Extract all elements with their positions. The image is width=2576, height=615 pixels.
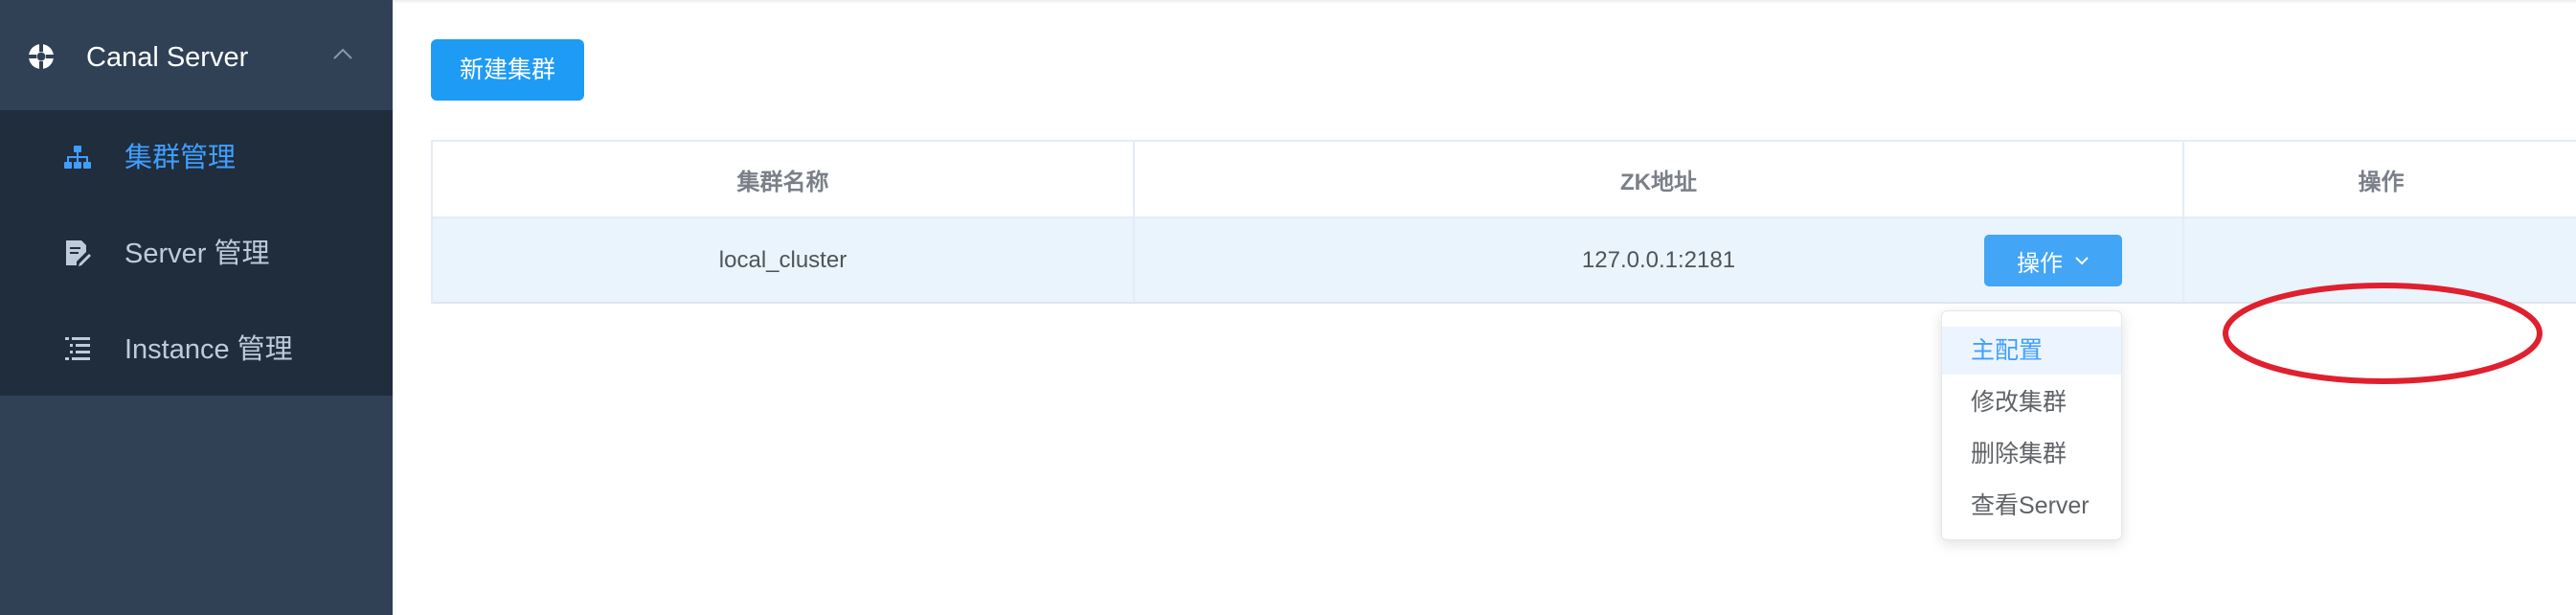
document-edit-icon xyxy=(66,240,91,266)
compass-icon xyxy=(29,44,54,69)
column-header-name[interactable]: 集群名称 xyxy=(433,142,1135,216)
cell-cluster-name: local_cluster xyxy=(433,218,1135,302)
chevron-down-icon xyxy=(2075,256,2089,264)
sitemap-icon xyxy=(64,146,91,169)
header-shadow xyxy=(393,0,2576,4)
sidebar-menu-header[interactable]: Canal Server xyxy=(0,0,393,110)
sidebar-submenu: 集群管理 Server 管理 Instance 管理 xyxy=(0,110,393,396)
sidebar: Canal Server 集群管理 Server 管理 Instance 管理 xyxy=(0,0,393,615)
highlight-ellipse-annotation xyxy=(2223,283,2542,384)
new-cluster-button[interactable]: 新建集群 xyxy=(431,39,584,101)
menu-item-view-server[interactable]: 查看Server xyxy=(1942,482,2121,530)
list-indent-icon xyxy=(65,337,90,360)
menu-item-main-config[interactable]: 主配置 xyxy=(1942,327,2121,375)
table-header: 集群名称 ZK地址 操作 xyxy=(433,142,2576,218)
sidebar-item-cluster[interactable]: 集群管理 xyxy=(0,110,393,206)
sidebar-header-title: Canal Server xyxy=(86,42,249,73)
column-header-zk[interactable]: ZK地址 xyxy=(1135,142,2184,216)
menu-item-delete-cluster[interactable]: 删除集群 xyxy=(1942,430,2121,478)
action-dropdown-button[interactable]: 操作 xyxy=(1984,235,2122,286)
chevron-up-icon xyxy=(333,48,352,59)
sidebar-item-instance[interactable]: Instance 管理 xyxy=(0,302,393,398)
column-header-action: 操作 xyxy=(2358,169,2405,195)
sidebar-item-label: 集群管理 xyxy=(124,143,237,173)
app: Canal Server 集群管理 Server 管理 Instance 管理 … xyxy=(0,0,2576,615)
sidebar-item-label: Server 管理 xyxy=(124,239,270,269)
action-dropdown-menu: 主配置 修改集群 删除集群 查看Server xyxy=(1941,310,2122,540)
sidebar-item-label: Instance 管理 xyxy=(124,334,293,365)
action-button-label: 操作 xyxy=(2017,250,2063,277)
sidebar-item-server[interactable]: Server 管理 xyxy=(0,206,393,302)
menu-item-edit-cluster[interactable]: 修改集群 xyxy=(1942,378,2121,426)
